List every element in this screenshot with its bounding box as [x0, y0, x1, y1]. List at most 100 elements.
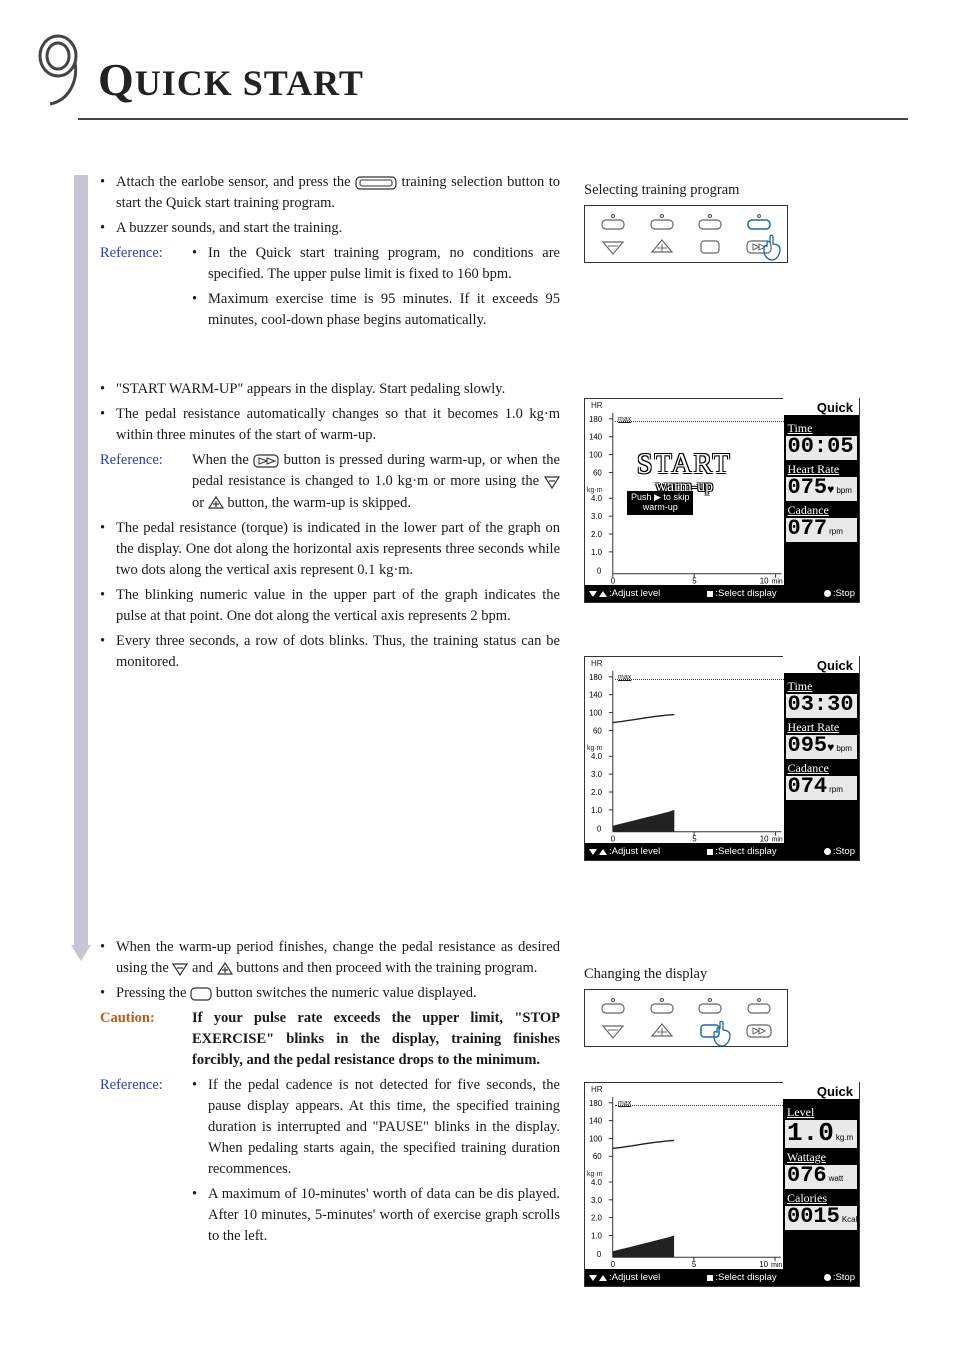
- key-down: [591, 1019, 636, 1042]
- display-unit-3: Quick HR max kg·m 180 140 100 60 4.0 3.0: [584, 1082, 864, 1287]
- cadence-value: 074rpm: [786, 776, 857, 800]
- key-display: [688, 235, 733, 258]
- footer-select: :Select display: [715, 1272, 776, 1283]
- svg-text:180: 180: [589, 1099, 603, 1108]
- main-content: Attach the earlobe sensor, and press the…: [100, 172, 560, 1255]
- svg-text:0: 0: [611, 1260, 616, 1267]
- svg-text:5: 5: [692, 835, 697, 842]
- key-top-1: [591, 210, 636, 233]
- reference-label: Reference:: [100, 243, 192, 335]
- svg-text:3.0: 3.0: [591, 1196, 603, 1205]
- svg-text:0: 0: [597, 567, 602, 576]
- text: Attach the earlobe sensor, and press the: [116, 174, 355, 190]
- keypad-diagram-2: [584, 989, 788, 1047]
- chapter-number-glyph: [28, 30, 88, 110]
- svg-text:0: 0: [597, 825, 602, 834]
- title-rest: UICK START: [135, 63, 364, 103]
- s2-item-5: Every three seconds, a row of dots blink…: [100, 631, 560, 673]
- svg-text:180: 180: [589, 415, 603, 424]
- svg-text:4.0: 4.0: [591, 1178, 603, 1187]
- svg-text:140: 140: [589, 433, 603, 442]
- right-panel-1: Selecting training program: [584, 182, 864, 263]
- reference-label: Reference:: [100, 450, 192, 514]
- svg-text:5: 5: [692, 577, 697, 584]
- s2-item-4: The blinking numeric value in the upper …: [100, 585, 560, 627]
- svg-text:min: min: [772, 579, 783, 584]
- svg-text:1.0: 1.0: [591, 806, 603, 815]
- step-bar: [74, 175, 88, 945]
- reference-body: If the pedal cadence is not detected for…: [192, 1075, 560, 1251]
- svg-text:100: 100: [589, 451, 603, 460]
- s1-reference: Reference: In the Quick start training p…: [100, 243, 560, 335]
- svg-text:min: min: [771, 1262, 782, 1267]
- text: Pressing the: [116, 985, 190, 1001]
- svg-text:0: 0: [611, 835, 616, 842]
- footer-select: :Select display: [715, 588, 776, 599]
- key-top-2: [640, 994, 685, 1017]
- s3-reference: Reference: If the pedal cadence is not d…: [100, 1075, 560, 1251]
- up-button-icon: [208, 493, 224, 514]
- reference-body: In the Quick start training program, no …: [192, 243, 560, 335]
- display-button-icon: [190, 983, 212, 1004]
- svg-text:10: 10: [760, 577, 769, 584]
- footer-adjust: :Adjust level: [609, 846, 660, 857]
- start-line-1: START: [637, 451, 732, 479]
- right-panel-2: Changing the display: [584, 966, 864, 1047]
- s2-reference: Reference: When the button is pressed du…: [100, 450, 560, 514]
- svg-text:4.0: 4.0: [591, 752, 603, 761]
- s1-item-buzzer: A buzzer sounds, and start the training.: [100, 218, 560, 239]
- s3-ref-item-2: A maximum of 10-minutes' worth of data c…: [192, 1184, 560, 1247]
- text: button, the warm-up is skipped.: [227, 495, 411, 511]
- svg-text:100: 100: [589, 709, 603, 718]
- s1-ref-item-2: Maximum exercise time is 95 minutes. If …: [192, 289, 560, 331]
- hr-value: 095♥bpm: [786, 735, 857, 759]
- svg-text:100: 100: [589, 1134, 603, 1143]
- cadence-value: 077rpm: [786, 518, 857, 542]
- side-panel-1: Time 00:05 Heart Rate 075♥bpm Cadance 07…: [784, 399, 859, 585]
- text: or: [192, 495, 208, 511]
- mode-tag: Quick: [783, 1082, 859, 1099]
- page-title: QUICK START: [98, 53, 364, 106]
- side-panel-3: Level 1.0kg.m Wattage 076watt Calories 0…: [783, 1083, 859, 1269]
- wattage-value: 076watt: [785, 1165, 857, 1189]
- hand-pointer-icon: [710, 1020, 736, 1048]
- keypad-caption-1: Selecting training program: [584, 182, 864, 199]
- key-top-3: [688, 994, 733, 1017]
- page-header: QUICK START: [28, 30, 364, 110]
- footer-stop: :Stop: [833, 846, 855, 857]
- key-top-1: [591, 994, 636, 1017]
- hr-value: 075♥bpm: [786, 477, 857, 501]
- svg-text:140: 140: [589, 1117, 603, 1126]
- down-button-icon: [544, 472, 560, 493]
- hand-pointer-icon: [760, 234, 786, 262]
- mode-tag: Quick: [783, 398, 859, 415]
- caution-label: Caution:: [100, 1008, 192, 1071]
- svg-text:0: 0: [611, 577, 616, 584]
- time-value: 03:30: [786, 694, 857, 718]
- graph-area-1: HR max kg·m 180 140 100 60 4.0: [585, 399, 784, 585]
- svg-text:1.0: 1.0: [591, 548, 603, 557]
- graph-area-2: HR max kg·m 180 140 100 60 4.0 3.0 2.0 1…: [585, 657, 784, 843]
- s2-item-3: The pedal resistance (torque) is indicat…: [100, 518, 560, 581]
- key-up: [640, 235, 685, 258]
- section-3-list: When the warm-up period finishes, change…: [100, 937, 560, 1004]
- training-select-button-icon: [355, 172, 397, 193]
- calories-value: 0015Kcal: [785, 1206, 857, 1230]
- step-arrow-icon: [71, 945, 91, 961]
- reference-body: When the button is pressed during warm-u…: [192, 450, 560, 514]
- title-rule: [78, 118, 908, 120]
- svg-text:60: 60: [593, 468, 602, 477]
- play-button-icon: [253, 450, 279, 471]
- svg-text:2.0: 2.0: [591, 788, 603, 797]
- svg-text:3.0: 3.0: [591, 770, 603, 779]
- keypad-diagram-1: [584, 205, 788, 263]
- up-button-icon: [217, 958, 233, 979]
- footer-adjust: :Adjust level: [609, 1272, 660, 1283]
- display-footer-3: :Adjust level :Select display :Stop: [585, 1269, 859, 1286]
- svg-text:10: 10: [760, 835, 769, 842]
- s3-item-1: When the warm-up period finishes, change…: [100, 937, 560, 979]
- svg-text:3.0: 3.0: [591, 512, 603, 521]
- s1-ref-item-1: In the Quick start training program, no …: [192, 243, 560, 285]
- graph-area-3: HR max kg·m 180 140 100 60 4.0 3.0 2.0 1…: [585, 1083, 783, 1269]
- text: buttons and then proceed with the traini…: [236, 960, 537, 976]
